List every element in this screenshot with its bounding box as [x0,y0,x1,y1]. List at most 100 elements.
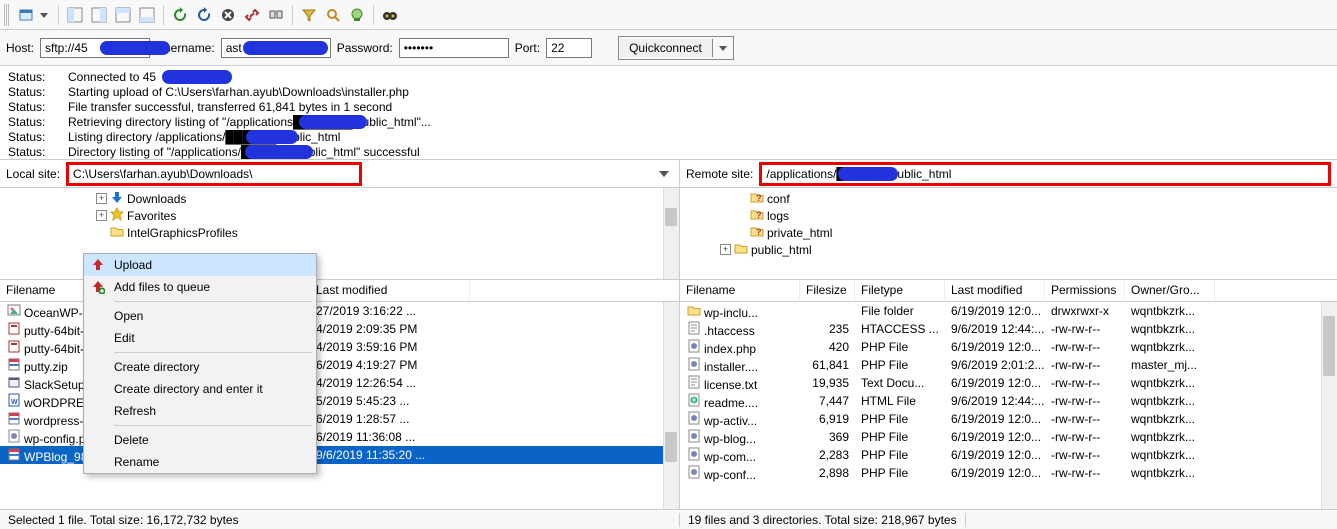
column-header[interactable]: Last modified [310,280,470,301]
remote-list-header[interactable]: FilenameFilesizeFiletypeLast modifiedPer… [680,280,1337,302]
tree-node[interactable]: ?logs [686,207,1331,224]
expand-toggle[interactable]: + [96,193,107,204]
tree-node[interactable]: +Favorites [6,207,673,224]
tree-node[interactable]: +Downloads [6,190,673,207]
file-row[interactable]: wp-blog...369PHP File6/19/2019 12:0...-r… [680,428,1337,446]
txt-icon [686,321,702,335]
remote-tree[interactable]: ?conf?logs?private_html+public_html [680,188,1337,280]
svg-text:?: ? [756,210,762,220]
file-cell: 369 [800,430,855,444]
menu-item-refresh[interactable]: Refresh [84,400,316,422]
php-icon [686,339,702,353]
remote-file-list[interactable]: wp-inclu...File folder6/19/2019 12:0...d… [680,302,1337,509]
menu-item-create-directory-and-enter-it[interactable]: Create directory and enter it [84,378,316,400]
tree-label: private_html [767,226,832,240]
php-icon [686,447,702,461]
file-cell: 9/6/2019 11:35:20 ... [310,448,470,462]
file-row[interactable]: .htaccess235HTACCESS ...9/6/2019 12:44:.… [680,320,1337,338]
quickconnect-dropdown[interactable] [713,37,733,59]
toggle-local-tree-icon[interactable] [64,4,86,26]
expand-toggle[interactable]: + [720,244,731,255]
local-site-row: Local site: [0,160,679,188]
file-row[interactable]: index.php420PHP File6/19/2019 12:0...-rw… [680,338,1337,356]
file-row[interactable]: installer....61,841PHP File9/6/2019 2:01… [680,356,1337,374]
port-input[interactable] [546,38,592,58]
folder-icon [686,303,702,317]
file-cell: -rw-rw-r-- [1045,376,1125,390]
tree-label: IntelGraphicsProfiles [127,226,238,240]
file-cell: HTACCESS ... [855,322,945,336]
search-icon[interactable] [322,4,344,26]
column-header[interactable]: Filesize [800,280,855,301]
tree-node[interactable]: ?private_html [686,224,1331,241]
file-row[interactable]: wp-conf...2,898PHP File6/19/2019 12:0...… [680,464,1337,482]
column-header[interactable]: Filetype [855,280,945,301]
file-row[interactable]: wp-inclu...File folder6/19/2019 12:0...d… [680,302,1337,320]
file-cell: 4/2019 12:26:54 ... [310,376,470,390]
toolbar-grip [4,4,9,26]
menu-item-add-files-to-queue[interactable]: Add files to queue [84,276,316,298]
disconnect-icon[interactable] [241,4,263,26]
file-cell: 6/19/2019 12:0... [945,448,1045,462]
process-queue-icon[interactable] [193,4,215,26]
file-cell: 6/19/2019 12:0... [945,340,1045,354]
column-header[interactable]: Permissions [1045,280,1125,301]
remote-site-row: Remote site: [680,160,1337,188]
compare-icon[interactable] [346,4,368,26]
file-cell: wp-activ... [680,411,800,428]
menu-item-label: Upload [114,258,152,272]
q-icon: ? [750,207,764,224]
php-icon [686,465,702,479]
remote-list-scrollbar[interactable] [1321,302,1337,509]
file-row[interactable]: wp-com...2,283PHP File6/19/2019 12:0...-… [680,446,1337,464]
file-cell: master_mj... [1125,358,1215,372]
file-cell: PHP File [855,340,945,354]
svg-text:?: ? [756,193,762,203]
file-row[interactable]: wp-activ...6,919PHP File6/19/2019 12:0..… [680,410,1337,428]
refresh-icon[interactable] [169,4,191,26]
expand-toggle[interactable]: + [96,210,107,221]
site-manager-dropdown[interactable] [35,11,53,19]
php-icon [6,429,22,443]
log-message: Starting upload of C:\Users\farhan.ayub\… [68,85,1329,100]
tree-node[interactable]: +public_html [686,241,1331,258]
file-row[interactable]: license.txt19,935Text Docu...6/19/2019 1… [680,374,1337,392]
local-list-scrollbar[interactable] [663,302,679,509]
local-site-dropdown[interactable] [655,169,673,179]
file-cell: 9/6/2019 2:01:2... [945,358,1045,372]
menu-item-rename[interactable]: Rename [84,451,316,473]
log-message: Connected to 45 [68,70,1329,85]
tree-node[interactable]: ?conf [686,190,1331,207]
reconnect-icon[interactable] [265,4,287,26]
column-header[interactable]: Filename [680,280,800,301]
password-label: Password: [337,41,393,55]
password-input[interactable] [399,38,509,58]
file-cell: wqntbkzrk... [1125,322,1215,336]
filter-icon[interactable] [298,4,320,26]
menu-item-label: Create directory [114,360,199,374]
menu-item-edit[interactable]: Edit [84,327,316,349]
site-manager-icon[interactable] [15,4,37,26]
menu-item-create-directory[interactable]: Create directory [84,356,316,378]
file-row[interactable]: readme....7,447HTML File9/6/2019 12:44:.… [680,392,1337,410]
file-cell: 6/2019 4:19:27 PM [310,358,470,372]
php-icon [686,357,702,371]
toggle-log-icon[interactable] [112,4,134,26]
quickconnect-bar: Host: Username: Password: Port: Quickcon… [0,30,1337,66]
menu-item-open[interactable]: Open [84,305,316,327]
menu-item-delete[interactable]: Delete [84,429,316,451]
quickconnect-button[interactable]: Quickconnect [619,39,713,57]
binoculars-icon[interactable] [379,4,401,26]
local-tree-scrollbar[interactable] [663,188,679,279]
cancel-icon[interactable] [217,4,239,26]
file-cell: -rw-rw-r-- [1045,412,1125,426]
local-site-input[interactable] [66,162,361,186]
column-header[interactable]: Last modified [945,280,1045,301]
message-log: Status:Connected to 45Status:Starting up… [0,66,1337,160]
toggle-remote-tree-icon[interactable] [88,4,110,26]
column-header[interactable]: Owner/Gro... [1125,280,1215,301]
menu-item-upload[interactable]: Upload [84,254,316,276]
file-cell: PHP File [855,430,945,444]
tree-node[interactable]: IntelGraphicsProfiles [6,224,673,241]
toggle-queue-icon[interactable] [136,4,158,26]
